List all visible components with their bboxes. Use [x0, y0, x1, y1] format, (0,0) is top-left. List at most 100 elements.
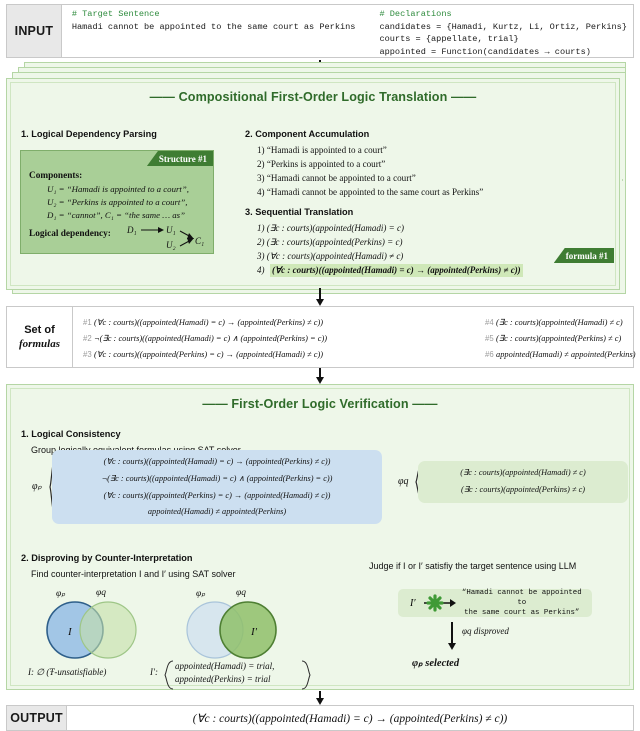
set-of-formulas-section: Set of formulas #1 (∀c : courts)((appoin… — [6, 306, 636, 368]
dep-node-u1: U₁ — [166, 225, 176, 235]
target-sentence-comment: # Target Sentence — [71, 9, 160, 19]
input-target-column: # Target Sentence Hamadi cannot be appoi… — [62, 8, 362, 57]
translation-panel-title: —— Compositional First-Order Logic Trans… — [149, 90, 477, 104]
step-component-accumulation-heading: 2. Component Accumulation — [245, 129, 370, 139]
declaration-courts: courts = {appellate, trial} — [379, 34, 519, 44]
dep-node-u2: U₂ — [166, 240, 176, 250]
formula-tag-ribbon: formula #1 — [553, 248, 614, 263]
formula-text: (∃c : courts)(appointed(Hamadi) ≠ c) — [496, 318, 623, 327]
dependency-graph: D₁ U₁ U₂ C₁ — [126, 225, 204, 250]
cross-icon — [423, 594, 456, 612]
phi-p-formula: (∀c : courts)((appointed(Hamadi) = c) → … — [103, 457, 331, 466]
input-content: # Target Sentence Hamadi cannot be appoi… — [62, 5, 633, 57]
declaration-candidates: candidates = {Hamadi, Kurtz, Li, Ortiz, … — [379, 21, 627, 32]
set-of-formulas-label: Set of formulas — [7, 307, 73, 367]
formula-index: #6 — [485, 350, 494, 359]
phi-q-group-label: φq — [398, 476, 409, 487]
sequential-item: 1) (∃c : courts)(appointed(Hamadi) = c) — [257, 223, 404, 233]
declaration-appointed: appointed = Function(candidates → courts… — [379, 46, 591, 57]
accumulation-item: 2) “Perkins is appointed to a court” — [257, 159, 386, 169]
structure-tag-ribbon: Structure #1 — [146, 151, 213, 166]
venn-right-caption-line2: appointed(Perkins) = trial — [175, 674, 271, 684]
figure-root: INPUT # Target Sentence Hamadi cannot be… — [0, 0, 640, 731]
phi-p-formula: ¬(∃c : courts)((appointed(Hamadi) = c) ∧… — [101, 474, 333, 483]
formula-entry: #4 (∃c : courts)(appointed(Hamadi) ≠ c) — [485, 317, 623, 327]
input-section: INPUT # Target Sentence Hamadi cannot be… — [6, 4, 634, 58]
sequential-final-index: 4) — [257, 265, 265, 275]
formula-entry: #1 (∀c : courts)((appointed(Hamadi) = c)… — [83, 317, 323, 327]
formula-entry: #2 ¬(∃c : courts)((appointed(Hamadi) = c… — [83, 333, 327, 343]
phi-q-formula: (∃c : courts)(appointed(Hamadi) ≠ c) — [460, 468, 586, 477]
phi-p-selected-text: φₚ selected — [412, 658, 460, 669]
arrow-set-to-verification — [316, 368, 324, 384]
phi-q-disproved-text: φq disproved — [462, 626, 509, 636]
step-disproving-heading: 2. Disproving by Counter-Interpretation — [21, 553, 193, 563]
venn-left-phi-p-label: φₚ — [56, 589, 66, 599]
step-sequential-translation-heading: 3. Sequential Translation — [245, 207, 354, 217]
component-d1-c1: D₁ = “cannot”, C₁ = “the same … as” — [47, 210, 185, 220]
logical-dependency-label: Logical dependency: — [29, 229, 111, 239]
accumulation-item: 1) “Hamadi is appointed to a court” — [257, 145, 387, 155]
input-label: INPUT — [7, 5, 62, 57]
phi-p-group-label: φₚ — [32, 481, 42, 492]
components-label: Components: — [29, 171, 83, 181]
dep-node-c1: C₁ — [195, 236, 204, 246]
formula-index: #3 — [83, 350, 92, 359]
venn-left-phi-q-circle — [79, 601, 137, 659]
formula-entry: #6 appointed(Hamadi) ≠ appointed(Perkins… — [485, 349, 636, 359]
set-of-formulas-list: #1 (∀c : courts)((appointed(Hamadi) = c)… — [73, 307, 636, 367]
phi-q-formula: (∃c : courts)(appointed(Perkins) ≠ c) — [460, 485, 586, 494]
venn-right-caption-brace — [164, 660, 174, 690]
formula-text: (∃c : courts)(appointed(Perkins) ≠ c) — [496, 334, 622, 343]
declarations-comment: # Declarations — [379, 9, 452, 19]
formula-entry: #5 (∃c : courts)(appointed(Perkins) ≠ c) — [485, 333, 621, 343]
venn-diagram-left: I — [46, 601, 137, 659]
phi-p-formula: (∀c : courts)((appointed(Perkins) = c) →… — [103, 491, 331, 500]
judge-subject-label: I′ — [410, 597, 416, 609]
formula-entry: #3 (∀c : courts)((appointed(Perkins) = c… — [83, 349, 323, 359]
llm-judge-box: I′ “Hamadi cannot be appointed to the sa… — [398, 589, 592, 617]
venn-right-phi-q-circle — [219, 601, 277, 659]
judge-description: Judge if I or I′ satisfiy the target sen… — [369, 561, 577, 571]
formula-text: (∀c : courts)((appointed(Hamadi) = c) → … — [94, 318, 324, 327]
formula-index: #1 — [83, 318, 92, 327]
sequential-final-formula: (∀c : courts)((appointed(Hamadi) = c) → … — [270, 264, 523, 277]
judge-sentence-line1: “Hamadi cannot be appointed to — [461, 589, 582, 607]
formula-text: (∀c : courts)((appointed(Perkins) = c) →… — [94, 350, 324, 359]
judge-sentence-line2: the same court as Perkins” — [464, 609, 580, 617]
venn-diagram-right: I′ — [186, 601, 277, 659]
accumulation-item: 3) “Hamadi cannot be appointed to a cour… — [257, 173, 416, 183]
formula-text: ¬(∃c : courts)((appointed(Hamadi) = c) ∧… — [94, 334, 328, 343]
venn-left-caption: I: ∅ (Ŧ-unsatisfiable) — [28, 667, 107, 677]
step-logical-dependency-parsing-heading: 1. Logical Dependency Parsing — [21, 129, 157, 139]
formula-index: #4 — [485, 318, 494, 327]
output-section: OUTPUT (∀c : courts)((appointed(Hamadi) … — [6, 705, 634, 731]
formula-index: #2 — [83, 334, 92, 343]
phi-q-formula-group: (∃c : courts)(appointed(Hamadi) ≠ c) (∃c… — [418, 461, 628, 503]
set-label-line1: Set of — [24, 324, 55, 336]
step-logical-consistency-heading: 1. Logical Consistency — [21, 429, 121, 439]
sequential-item: 3) (∀c : courts)(appointed(Hamadi) ≠ c) — [257, 251, 404, 261]
output-label: OUTPUT — [7, 706, 67, 730]
input-declarations-column: # Declarations candidates = {Hamadi, Kur… — [361, 8, 633, 57]
sequential-item: 2) (∃c : courts)(appointed(Perkins) = c) — [257, 237, 403, 247]
dep-node-d1: D₁ — [126, 225, 137, 235]
venn-right-inner-label: I′ — [250, 626, 258, 638]
venn-left-phi-q-label: φq — [96, 588, 107, 598]
structure-box: Structure #1 Components: U₁ = “Hamadi is… — [20, 150, 214, 254]
arrow-verification-to-output — [316, 691, 324, 705]
arrow-judge-to-selected — [448, 622, 456, 650]
venn-right-caption-key: I′: — [150, 667, 158, 677]
component-u1: U₁ = “Hamadi is appointed to a court”, — [47, 184, 189, 194]
output-formula: (∀c : courts)((appointed(Hamadi) = c) → … — [192, 713, 508, 725]
set-label-line2: formulas — [19, 338, 60, 350]
judge-sentence: “Hamadi cannot be appointed to the same … — [456, 588, 592, 618]
verification-panel-title: —— First-Order Logic Verification —— — [202, 397, 438, 411]
arrow-translation-to-set — [316, 288, 324, 306]
venn-right-caption-line1: appointed(Hamadi) = trial, — [175, 661, 275, 671]
phi-p-formula: appointed(Hamadi) ≠ appointed(Perkins) — [147, 507, 287, 516]
formula-text: appointed(Hamadi) ≠ appointed(Perkins) — [496, 350, 636, 359]
target-sentence-text: Hamadi cannot be appointed to the same c… — [71, 21, 356, 32]
venn-right-phi-p-label: φₚ — [196, 589, 206, 599]
venn-right-caption-brace-close — [301, 660, 311, 690]
